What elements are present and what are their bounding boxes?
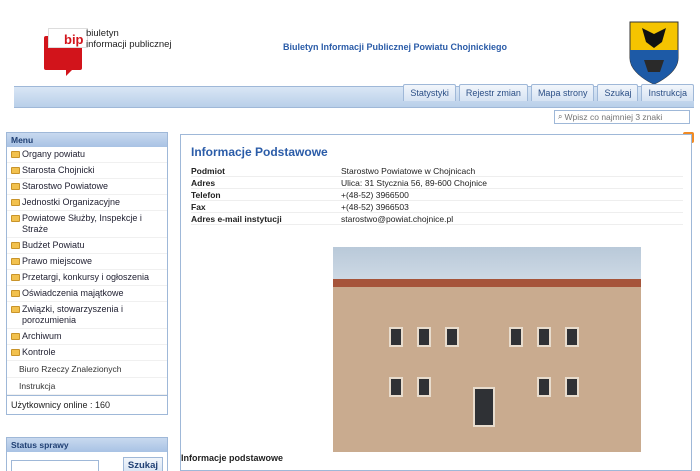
- info-label: Telefon: [191, 189, 221, 200]
- info-table: Podmiot Starostwo Powiatowe w Chojnicach …: [191, 165, 683, 225]
- folder-icon: [11, 183, 20, 190]
- photo-door: [473, 387, 495, 427]
- sidebar-item-label: Powiatowe Służby, Inspekcje i Straże: [22, 213, 142, 234]
- status-search-button[interactable]: Szukaj: [122, 457, 163, 471]
- info-label: Fax: [191, 201, 206, 212]
- sidebar-item-label: Kontrole: [22, 347, 56, 357]
- folder-icon: [11, 258, 20, 265]
- info-label: Adres: [191, 177, 216, 188]
- info-label: Podmiot: [191, 165, 225, 176]
- folder-icon: [11, 215, 20, 222]
- sidebar-item-starostwo[interactable]: Starostwo Powiatowe: [7, 179, 167, 195]
- bip-logo-mark: bip: [44, 26, 88, 76]
- info-row: Podmiot Starostwo Powiatowe w Chojnicach: [191, 165, 683, 177]
- sidebar-item-label: Związki, stowarzyszenia i porozumienia: [22, 304, 124, 325]
- sidebar-item-jednostki[interactable]: Jednostki Organizacyjne: [7, 195, 167, 211]
- folder-icon: [11, 242, 20, 249]
- sidebar-item-prawo[interactable]: Prawo miejscowe: [7, 254, 167, 270]
- sidebar-subitem-biuro[interactable]: Biuro Rzeczy Znalezionych: [7, 361, 167, 378]
- sidebar-item-zwiazki[interactable]: Związki, stowarzyszenia i porozumienia: [7, 302, 167, 329]
- folder-icon: [11, 290, 20, 297]
- bip-logo-line2: informacji publicznej: [86, 39, 172, 50]
- info-row: Telefon +(48-52) 3966500: [191, 189, 683, 201]
- folder-icon: [11, 199, 20, 206]
- info-label: Adres e-mail instytucji: [191, 213, 282, 224]
- sidebar-item-label: Przetargi, konkursy i ogłoszenia: [22, 272, 150, 282]
- sidebar-item-label: Starosta Chojnicki: [22, 165, 95, 175]
- bip-logo-text: bip: [64, 32, 84, 47]
- tab-szukaj[interactable]: Szukaj: [597, 84, 639, 101]
- info-value: +(48-52) 3966500: [341, 189, 409, 200]
- building-photo: [333, 247, 641, 452]
- photo-window: [417, 327, 431, 347]
- folder-icon: [11, 349, 20, 356]
- top-tabs: Statystyki Rejestr zmian Mapa strony Szu…: [403, 84, 694, 101]
- search-icon: ⌕: [558, 112, 563, 121]
- tab-mapa-strony[interactable]: Mapa strony: [530, 84, 595, 101]
- section-title: Informacje podstawowe: [181, 453, 284, 463]
- sidebar-item-label: Budżet Powiatu: [22, 240, 85, 250]
- folder-icon: [11, 333, 20, 340]
- info-value: +(48-52) 3966503: [341, 201, 409, 212]
- folder-icon: [11, 274, 20, 281]
- header: bip biuletyn informacji publicznej Biule…: [0, 0, 700, 90]
- sidebar-item-sluzby[interactable]: Powiatowe Służby, Inspekcje i Straże: [7, 211, 167, 238]
- page-title: Informacje Podstawowe: [191, 145, 328, 159]
- menu-title: Menu: [7, 133, 167, 147]
- site-search[interactable]: ⌕: [554, 110, 690, 124]
- photo-window: [509, 327, 523, 347]
- status-box: Status sprawy Szukaj: [6, 437, 168, 471]
- sidebar-item-label: Oświadczenia majątkowe: [22, 288, 124, 298]
- sidebar-item-kontrole[interactable]: Kontrole: [7, 345, 167, 361]
- tab-instrukcja[interactable]: Instrukcja: [641, 84, 694, 101]
- folder-icon: [11, 151, 20, 158]
- info-value[interactable]: starostwo@powiat.chojnice.pl: [341, 214, 453, 224]
- sidebar-item-archiwum[interactable]: Archiwum: [7, 329, 167, 345]
- bip-logo-caption: biuletyn informacji publicznej: [86, 28, 172, 50]
- tab-statystyki[interactable]: Statystyki: [403, 84, 456, 101]
- search-input[interactable]: [564, 112, 685, 122]
- photo-window: [565, 377, 579, 397]
- sidebar-item-label: Organy powiatu: [22, 149, 86, 159]
- site-title: Biuletyn Informacji Publicznej Powiatu C…: [283, 42, 508, 52]
- main-content: Informacje Podstawowe Podmiot Starostwo P…: [180, 134, 692, 471]
- info-row: Adres e-mail instytucji starostwo@powiat.…: [191, 213, 683, 225]
- online-users: Użytkownicy online : 160: [7, 395, 167, 414]
- photo-window: [445, 327, 459, 347]
- sidebar-item-label: Prawo miejscowe: [22, 256, 93, 266]
- sidebar-item-starosta[interactable]: Starosta Chojnicki: [7, 163, 167, 179]
- photo-window: [389, 377, 403, 397]
- sidebar-subitem-instrukcja[interactable]: Instrukcja: [7, 378, 167, 395]
- status-input[interactable]: [11, 459, 99, 471]
- folder-icon: [11, 167, 20, 174]
- sidebar-item-budzet[interactable]: Budżet Powiatu: [7, 238, 167, 254]
- info-value: Starostwo Powiatowe w Chojnicach: [341, 165, 476, 176]
- menu-box: Menu Organy powiatu Starosta Chojnicki S…: [6, 132, 168, 415]
- sidebar-item-label: Archiwum: [22, 331, 62, 341]
- info-row: Fax +(48-52) 3966503: [191, 201, 683, 213]
- sidebar-item-label: Starostwo Powiatowe: [22, 181, 109, 191]
- sidebar-item-przetargi[interactable]: Przetargi, konkursy i ogłoszenia: [7, 270, 167, 286]
- photo-window: [565, 327, 579, 347]
- sidebar-item-organy-powiatu[interactable]: Organy powiatu: [7, 147, 167, 163]
- photo-building: [333, 287, 641, 452]
- bip-logo-line1: biuletyn: [86, 28, 119, 39]
- photo-window: [417, 377, 431, 397]
- photo-window: [537, 327, 551, 347]
- tab-rejestr-zmian[interactable]: Rejestr zmian: [458, 84, 528, 101]
- info-row: Adres Ulica: 31 Stycznia 56, 89-600 Chojn…: [191, 177, 683, 189]
- info-value: Ulica: 31 Stycznia 56, 89-600 Chojnice: [341, 177, 487, 188]
- sidebar: Menu Organy powiatu Starosta Chojnicki S…: [6, 132, 168, 471]
- photo-window: [537, 377, 551, 397]
- status-title: Status sprawy: [7, 438, 167, 452]
- coat-of-arms-icon: [629, 21, 679, 85]
- bip-logo[interactable]: bip biuletyn informacji publicznej: [30, 18, 180, 78]
- sidebar-item-label: Jednostki Organizacyjne: [22, 197, 121, 207]
- photo-window: [389, 327, 403, 347]
- sidebar-item-oswiadczenia[interactable]: Oświadczenia majątkowe: [7, 286, 167, 302]
- folder-icon: [11, 306, 20, 313]
- status-body: Szukaj: [7, 452, 167, 471]
